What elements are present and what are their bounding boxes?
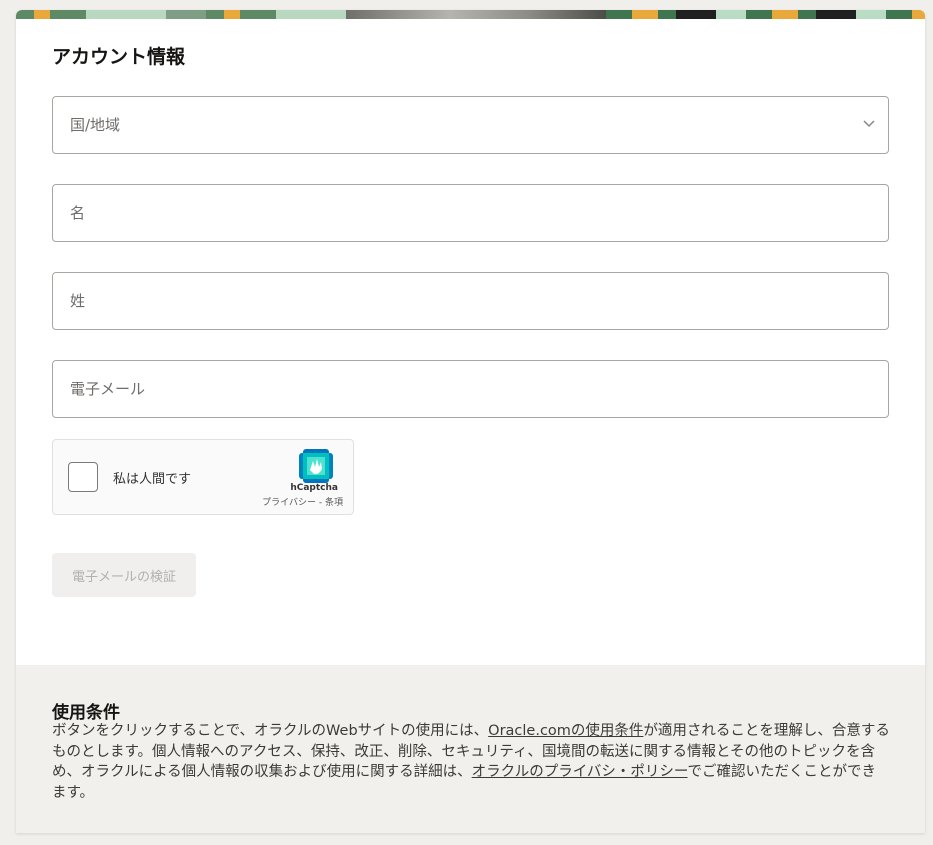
hcaptcha-logo-icon [299,449,333,483]
terms-section: 使用条件 ボタンをクリックすることで、オラクルのWebサイトの使用には、Orac… [16,665,925,833]
country-placeholder: 国/地域 [70,116,121,134]
last-name-field[interactable]: 姓 [52,272,889,330]
banner-photo [346,10,606,19]
oracle-terms-link[interactable]: Oracle.comの使用条件 [488,723,643,739]
captcha-separator: - [316,498,325,508]
chevron-down-icon [863,120,875,128]
country-select[interactable]: 国/地域 [52,96,889,154]
privacy-policy-link[interactable]: オラクルのプライバシ・ポリシー [472,764,688,780]
captcha-links: プライバシー - 条項 [262,495,343,508]
email-field[interactable]: 電子メール [52,360,889,418]
terms-text: ボタンをクリックすることで、オラクルのWebサイトの使用には、Oracle.co… [52,721,890,803]
terms-title: 使用条件 [52,703,120,723]
captcha-checkbox[interactable] [68,462,98,492]
account-card: アカウント情報 国/地域 名 姓 電子メール 私は人間です hCaptcha プ… [16,10,925,833]
captcha-label: 私は人間です [113,472,192,487]
account-info-heading: アカウント情報 [52,46,186,68]
hcaptcha-brand: hCaptcha [290,483,338,493]
captcha-privacy-link[interactable]: プライバシー [262,498,316,508]
banner-pattern [606,10,925,19]
last-name-placeholder: 姓 [70,292,86,310]
captcha-terms-link[interactable]: 条項 [325,498,343,508]
email-placeholder: 電子メール [70,380,146,398]
first-name-placeholder: 名 [70,204,86,222]
terms-text-part1: ボタンをクリックすることで、オラクルのWebサイトの使用には、 [52,723,489,739]
verify-email-button[interactable]: 電子メールの検証 [52,553,196,597]
first-name-field[interactable]: 名 [52,184,889,242]
hcaptcha-widget: 私は人間です hCaptcha プライバシー - 条項 [52,439,354,515]
